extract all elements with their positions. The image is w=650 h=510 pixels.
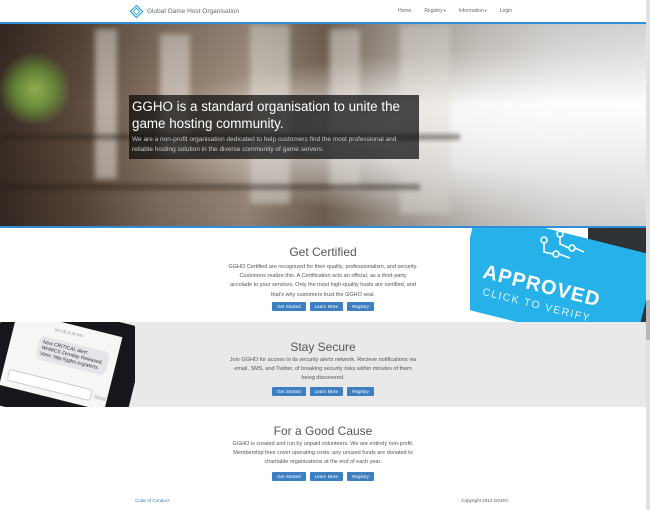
learn-more-button[interactable]: Learn More: [309, 302, 344, 311]
phone-image: Jun 18, 6:34 PM New CRITICAL alert: WHMC…: [0, 322, 135, 407]
section-title: For a Good Cause: [273, 424, 373, 438]
hero-subtitle: We are a non-profit organisation dedicat…: [132, 136, 397, 153]
registry-button[interactable]: Registry: [347, 302, 374, 311]
registry-button[interactable]: Registry: [347, 472, 374, 481]
copyright-text: Copyright 2013 GGHO.: [461, 498, 509, 503]
circuit-icon: [540, 230, 585, 259]
hero-title: GGHO is a standard organisation to unite…: [132, 99, 400, 131]
navbar: Global Game Host Organisation Home Regis…: [0, 0, 646, 22]
scrollbar-thumb[interactable]: [646, 300, 650, 340]
nav-menu: Home Registry▾ Information▾ Login: [385, 0, 512, 22]
learn-more-button[interactable]: Learn More: [309, 387, 344, 396]
brand[interactable]: Global Game Host Organisation: [130, 4, 239, 18]
nav-information-label: Information: [458, 8, 484, 14]
get-started-button[interactable]: Get Started: [272, 472, 306, 481]
get-started-button[interactable]: Get Started: [272, 302, 306, 311]
footer: Code of Conduct Copyright 2013 GGHO.: [0, 495, 646, 510]
approved-badge[interactable]: APPROVED CLICK TO VERIFY: [470, 228, 646, 322]
page-scrollbar[interactable]: [646, 0, 650, 510]
phone-message: New CRITICAL alert: WHMCS Zeroday Releas…: [34, 335, 111, 377]
brand-name: Global Game Host Organisation: [147, 7, 240, 15]
section-body: GGHO Certified are recognized for their …: [228, 264, 418, 298]
nav-login[interactable]: Login: [500, 8, 512, 14]
section-body: Join GGHO for access to its security ale…: [229, 357, 417, 382]
page: Global Game Host Organisation Home Regis…: [0, 0, 646, 510]
nav-home-label: Home: [398, 8, 412, 14]
nav-login-label: Login: [499, 8, 512, 14]
get-started-button[interactable]: Get Started: [272, 387, 306, 396]
nav-home[interactable]: Home: [398, 8, 411, 14]
nav-registry-label: Registry: [424, 8, 443, 14]
phone-timestamp: Jun 18, 6:34 PM: [53, 326, 84, 339]
chevron-down-icon: ▾: [443, 8, 446, 13]
nav-information-dropdown[interactable]: Information▾: [459, 8, 487, 14]
code-of-conduct-link[interactable]: Code of Conduct: [135, 498, 169, 503]
phone-send-label: Send: [93, 394, 107, 403]
phone-screen: Jun 18, 6:34 PM New CRITICAL alert: WHMC…: [0, 322, 123, 407]
registry-button[interactable]: Registry: [347, 387, 374, 396]
learn-more-button[interactable]: Learn More: [309, 472, 344, 481]
section-body: GGHO is created and run by unpaid volunt…: [232, 441, 414, 466]
chevron-down-icon: ▾: [484, 8, 487, 13]
button-row: Get Started Learn More Registry: [0, 472, 646, 481]
diamond-logo-icon: [130, 4, 143, 18]
nav-registry-dropdown[interactable]: Registry▾: [424, 8, 445, 14]
section-good-cause: For a Good Cause GGHO is created and run…: [0, 407, 646, 495]
phone-input-bar: [6, 368, 93, 402]
